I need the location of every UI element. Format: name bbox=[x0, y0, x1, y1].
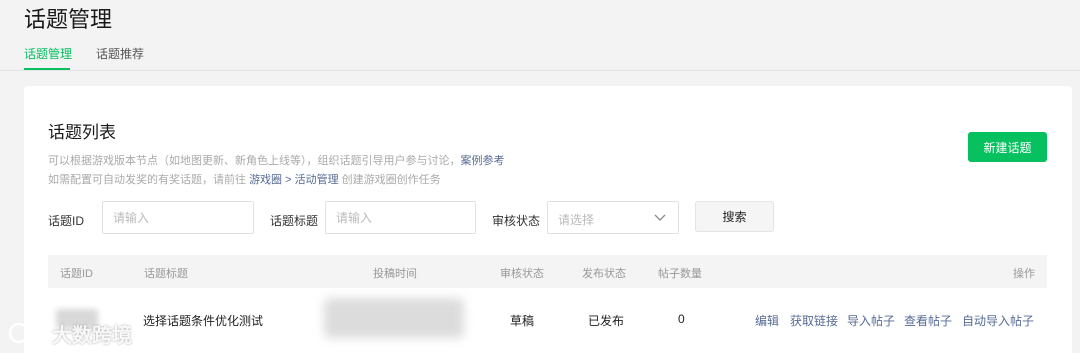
page-title: 话题管理 bbox=[24, 7, 113, 32]
table-row: 选择话题条件优化测试 草稿 已发布 0 编辑 获取链接 导入帖子 查看帖子 自动… bbox=[48, 288, 1047, 350]
topic-id-input[interactable] bbox=[102, 201, 254, 234]
header-topic-title: 话题标题 bbox=[144, 268, 188, 280]
auto-import-posts-link[interactable]: 自动导入帖子 bbox=[962, 312, 1034, 329]
row-post-count: 0 bbox=[678, 312, 685, 326]
get-link-link[interactable]: 获取链接 bbox=[790, 312, 838, 329]
topic-list-card: 话题列表 可以根据游戏版本节点（如地图更新、新角色上线等），组织话题引导用户参与… bbox=[24, 86, 1072, 353]
search-button[interactable]: 搜索 bbox=[695, 201, 774, 232]
view-posts-link[interactable]: 查看帖子 bbox=[904, 312, 952, 329]
activity-management-link[interactable]: 游戏圈 > 活动管理 bbox=[249, 174, 339, 186]
chevron-down-icon bbox=[654, 214, 666, 221]
topic-id-label: 话题ID bbox=[48, 214, 85, 228]
table-header: 话题ID 话题标题 投稿时间 审核状态 发布状态 帖子数量 操作 bbox=[48, 255, 1047, 288]
watermark-logo-icon bbox=[8, 322, 46, 344]
header-post-count: 帖子数量 bbox=[658, 268, 702, 280]
review-status-label: 审核状态 bbox=[492, 214, 541, 228]
header-review-status: 审核状态 bbox=[500, 268, 544, 280]
new-topic-button[interactable]: 新建话题 bbox=[968, 132, 1047, 162]
header-topic-id: 话题ID bbox=[60, 268, 93, 280]
description-line-1: 可以根据游戏版本节点（如地图更新、新角色上线等），组织话题引导用户参与讨论，案例… bbox=[48, 152, 505, 168]
header-submit-time: 投稿时间 bbox=[373, 268, 417, 280]
row-review-status: 草稿 bbox=[510, 314, 535, 328]
header-actions: 操作 bbox=[1013, 268, 1035, 280]
import-posts-link[interactable]: 导入帖子 bbox=[847, 312, 895, 329]
review-status-placeholder: 请选择 bbox=[558, 213, 595, 227]
tab-topic-recommend[interactable]: 话题推荐 bbox=[96, 45, 144, 62]
review-status-select[interactable]: 请选择 bbox=[547, 201, 679, 234]
watermark: 大数跨境 bbox=[8, 318, 132, 348]
row-publish-status: 已发布 bbox=[588, 314, 625, 328]
description-text-1: 可以根据游戏版本节点（如地图更新、新角色上线等），组织话题引导用户参与讨论， bbox=[48, 155, 461, 167]
redacted-submit-time bbox=[324, 298, 464, 338]
edit-link[interactable]: 编辑 bbox=[755, 312, 779, 329]
card-title: 话题列表 bbox=[48, 123, 116, 142]
case-reference-link[interactable]: 案例参考 bbox=[461, 155, 505, 167]
description-line-2: 如需配置可自动发奖的有奖话题，请前往 游戏圈 > 活动管理 创建游戏圈创作任务 bbox=[48, 171, 441, 187]
topic-title-label: 话题标题 bbox=[270, 214, 319, 228]
description-text-3: 创建游戏圈创作任务 bbox=[341, 174, 441, 186]
tab-bar: 话题管理 话题推荐 bbox=[0, 40, 1080, 71]
watermark-text: 大数跨境 bbox=[52, 324, 132, 347]
active-tab-indicator bbox=[24, 68, 70, 70]
row-topic-title: 选择话题条件优化测试 bbox=[143, 314, 264, 328]
topic-title-input[interactable] bbox=[325, 201, 476, 234]
description-text-2: 如需配置可自动发奖的有奖话题，请前往 bbox=[48, 174, 246, 186]
tab-topic-management[interactable]: 话题管理 bbox=[24, 45, 72, 62]
header-publish-status: 发布状态 bbox=[582, 268, 626, 280]
